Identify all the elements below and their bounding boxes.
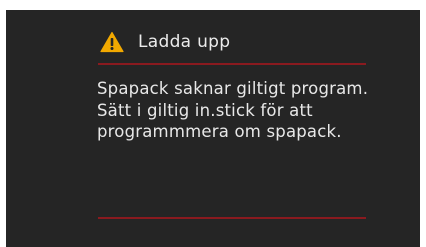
dialog-header: Ladda upp	[100, 30, 230, 54]
alert-screen: Ladda upp Spapack saknar giltigt program…	[6, 10, 420, 247]
bottom-divider	[98, 217, 366, 219]
top-divider	[98, 63, 366, 65]
warning-icon	[100, 31, 124, 53]
dialog-title: Ladda upp	[138, 32, 231, 52]
dialog-message: Spapack saknar giltigt program. Sätt i g…	[97, 79, 369, 141]
